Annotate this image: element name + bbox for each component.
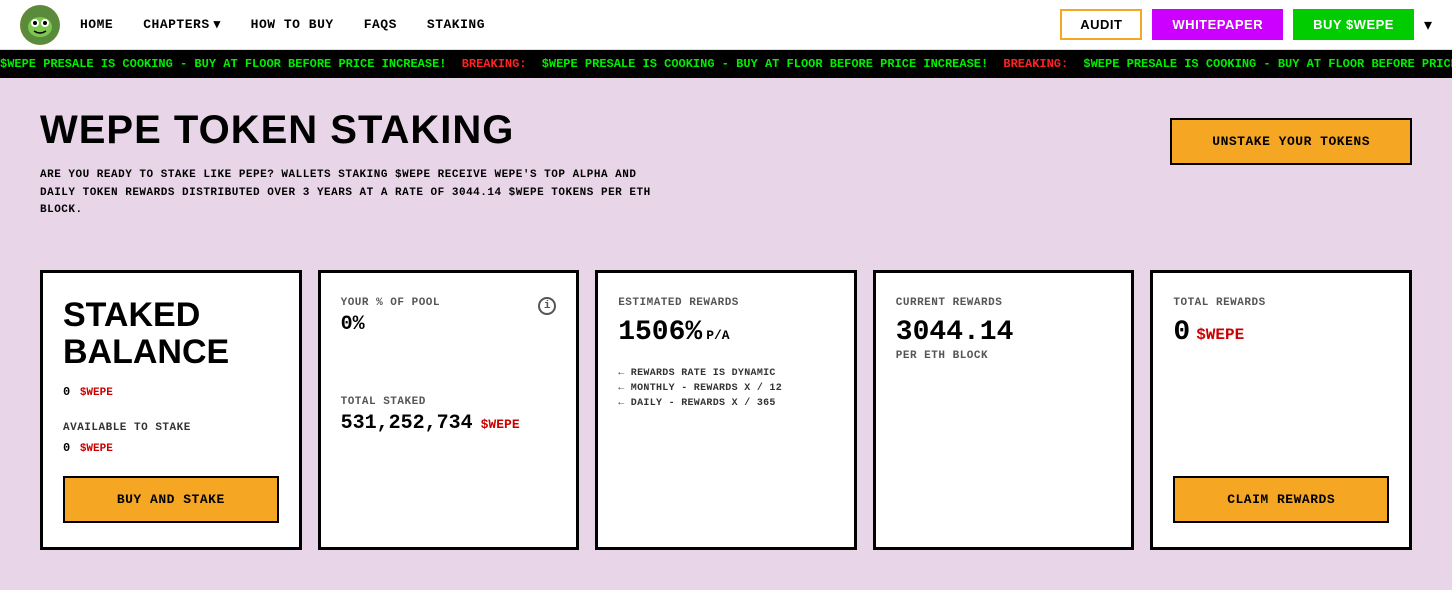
estimated-value: 1506% [618,317,702,348]
chevron-down-icon: ▾ [214,17,221,32]
staked-value: 0 [63,385,70,399]
page-subtitle: ARE YOU READY TO STAKE LIKE PEPE? WALLET… [40,167,660,220]
card-staked-balance: STAKED BALANCE 0 $WEPE AVAILABLE TO STAK… [40,270,302,550]
page-title: WEPE TOKEN STAKING [40,108,660,153]
current-rewards-value: 3044.14 [896,317,1112,348]
available-value: 0 [63,441,70,455]
ticker-text-2: $WEPE PRESALE IS COOKING - BUY AT FLOOR … [542,57,988,71]
nav-home[interactable]: HOME [80,17,113,32]
pool-header: YOUR % OF POOL 0% i [341,297,557,336]
available-currency: $WEPE [80,443,113,455]
per-eth-label: PER ETH BLOCK [896,350,1112,362]
total-rewards-currency: $WEPE [1196,326,1244,344]
ticker-text-1: $WEPE PRESALE IS COOKING - BUY AT FLOOR … [0,57,446,71]
cards-row: STAKED BALANCE 0 $WEPE AVAILABLE TO STAK… [40,270,1412,550]
current-rewards-label: CURRENT REWARDS [896,297,1112,309]
news-ticker: $WEPE PRESALE IS COOKING - BUY AT FLOOR … [0,50,1452,78]
nav-how-to-buy[interactable]: HOW TO BUY [251,17,334,32]
total-rewards-value: 0 [1173,317,1190,348]
available-label: AVAILABLE TO STAKE [63,422,279,434]
est-note-3: DAILY - REWARDS X / 365 [618,398,834,409]
estimated-rewards-label: ESTIMATED REWARDS [618,297,834,309]
header-area: WEPE TOKEN STAKING ARE YOU READY TO STAK… [40,108,1412,250]
unstake-button[interactable]: UNSTAKE YOUR TOKENS [1170,118,1412,165]
your-pool-label: YOUR % OF POOL [341,297,440,309]
audit-button[interactable]: AUDIT [1060,9,1142,40]
nav-right: AUDIT WHITEPAPER BUY $WEPE ▾ [1060,9,1432,40]
staked-currency: $WEPE [80,387,113,399]
ticker-breaking-2: BREAKING: [1003,57,1068,71]
total-staked-label: TOTAL STAKED [341,396,557,408]
whitepaper-button[interactable]: WHITEPAPER [1152,9,1283,40]
card-pool: YOUR % OF POOL 0% i TOTAL STAKED 531,252… [318,270,580,550]
info-icon[interactable]: i [538,297,556,315]
total-staked-value: 531,252,734 [341,412,473,435]
card-estimated-rewards: ESTIMATED REWARDS 1506% P/A REWARDS RATE… [595,270,857,550]
nav-staking[interactable]: STAKING [427,17,485,32]
card-current-rewards: CURRENT REWARDS 3044.14 PER ETH BLOCK [873,270,1135,550]
pool-value: 0% [341,313,440,336]
claim-rewards-button[interactable]: CLAIM REWARDS [1173,476,1389,523]
header-left: WEPE TOKEN STAKING ARE YOU READY TO STAK… [40,108,660,250]
total-staked-currency: $WEPE [481,417,520,432]
nav-faqs[interactable]: FAQS [364,17,397,32]
nav-links: HOME CHAPTERS ▾ HOW TO BUY FAQS STAKING [80,17,1060,32]
est-note-2: MONTHLY - REWARDS X / 12 [618,383,834,394]
ticker-breaking-1: BREAKING: [462,57,527,71]
navbar: HOME CHAPTERS ▾ HOW TO BUY FAQS STAKING … [0,0,1452,50]
est-note-1: REWARDS RATE IS DYNAMIC [618,368,834,379]
estimated-notes: REWARDS RATE IS DYNAMIC MONTHLY - REWARD… [618,368,834,413]
card-total-rewards: TOTAL REWARDS 0 $WEPE CLAIM REWARDS [1150,270,1412,550]
header-right: UNSTAKE YOUR TOKENS [1170,108,1412,165]
site-logo[interactable] [20,5,60,45]
ticker-content: $WEPE PRESALE IS COOKING - BUY AT FLOOR … [0,57,1452,71]
staked-balance-title: STAKED BALANCE [63,297,279,372]
nav-chapters[interactable]: CHAPTERS ▾ [143,17,220,32]
buy-swepe-button[interactable]: BUY $WEPE [1293,9,1414,40]
buy-and-stake-button[interactable]: BUY AND STAKE [63,476,279,523]
total-rewards-label: TOTAL REWARDS [1173,297,1389,309]
main-content: WEPE TOKEN STAKING ARE YOU READY TO STAK… [0,78,1452,590]
estimated-suffix: P/A [706,328,729,343]
nav-more-chevron[interactable]: ▾ [1424,15,1432,35]
ticker-text-3: $WEPE PRESALE IS COOKING - BUY AT FLOOR … [1083,57,1452,71]
